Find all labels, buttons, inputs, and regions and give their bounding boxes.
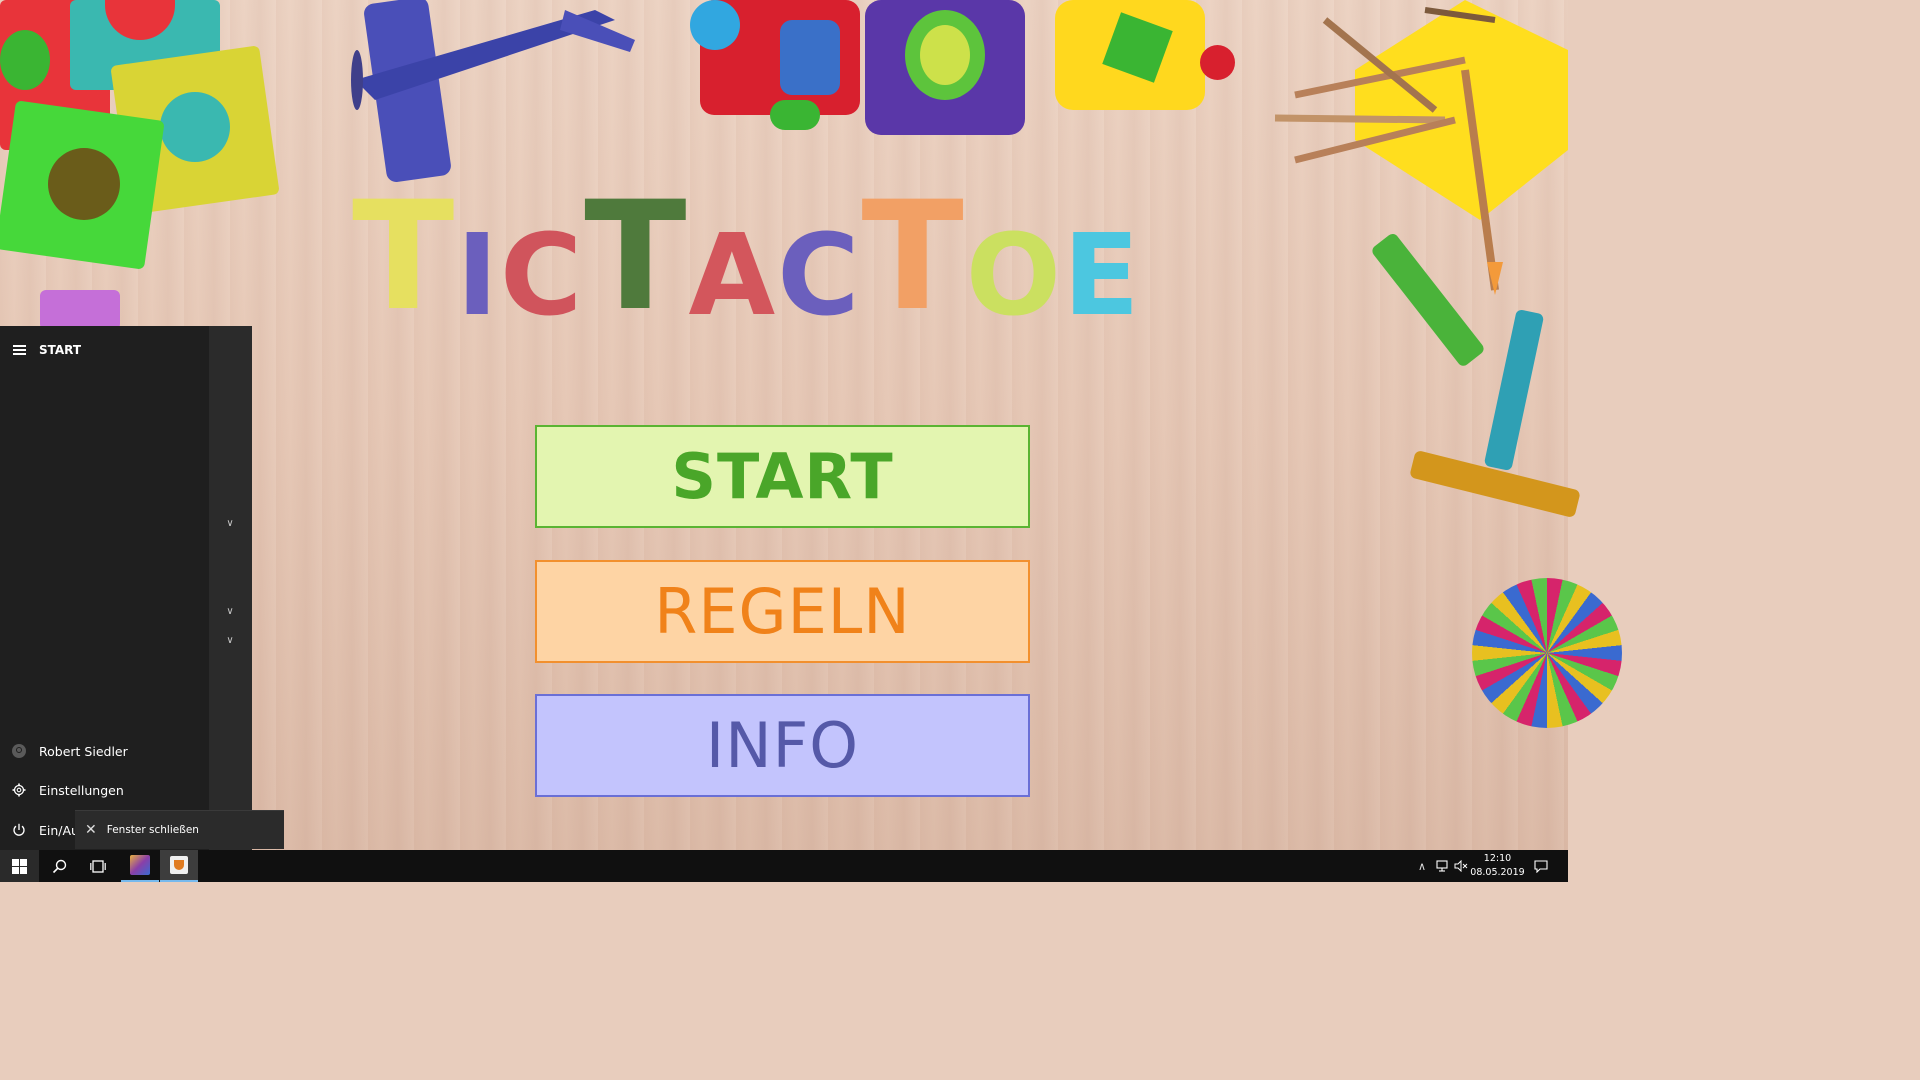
title-letter-t1: T xyxy=(352,170,457,344)
show-hidden-icons-chevron-icon[interactable]: ∧ xyxy=(1412,850,1432,882)
title-letters-ac: AC xyxy=(688,211,862,341)
title-letter-t2: T xyxy=(584,170,689,344)
power-label: Ein/Au xyxy=(39,822,79,838)
volume-muted-icon[interactable] xyxy=(1451,850,1471,882)
start-menu-header[interactable]: START xyxy=(0,338,209,362)
chevron-down-icon[interactable]: ∨ xyxy=(224,635,236,647)
chevron-down-icon[interactable]: ∨ xyxy=(224,518,236,530)
task-view-icon xyxy=(90,859,106,873)
yarn-ball-decoration xyxy=(1472,578,1622,728)
toy-airplane-decoration xyxy=(351,0,635,183)
action-center-icon[interactable] xyxy=(1530,850,1552,882)
task-view-button[interactable] xyxy=(79,850,117,882)
search-button[interactable] xyxy=(40,850,78,882)
start-menu-user[interactable]: Robert Siedler xyxy=(0,736,209,766)
java-app-icon xyxy=(170,856,188,874)
start-menu-settings[interactable]: Einstellungen xyxy=(0,775,209,805)
hamburger-icon[interactable] xyxy=(13,343,26,358)
taskbar-app-game[interactable] xyxy=(121,850,159,882)
start-menu-title: START xyxy=(39,343,82,357)
search-icon xyxy=(52,859,66,873)
title-letters-ic: IC xyxy=(456,211,585,341)
tooltip-label: Fenster schließen xyxy=(106,824,199,836)
close-icon: ✕ xyxy=(85,822,97,838)
game-app-icon xyxy=(130,855,150,875)
windows-logo-icon xyxy=(12,858,27,874)
network-icon[interactable] xyxy=(1432,850,1452,882)
windows-start-menu: START ∨ ∨ ∨ Robert Siedler Einstellungen… xyxy=(0,326,252,850)
gear-icon xyxy=(11,782,27,798)
windows-start-button[interactable] xyxy=(0,850,39,882)
title-letters-oe: OE xyxy=(965,211,1142,341)
regeln-button[interactable]: REGELN xyxy=(535,560,1030,663)
toy-train-decoration xyxy=(690,0,1240,150)
taskbar-clock[interactable]: 12:10 08.05.2019 xyxy=(1470,852,1525,880)
user-avatar-icon xyxy=(12,744,26,758)
power-icon xyxy=(11,822,27,838)
foam-puzzle-decoration xyxy=(0,0,280,330)
title-letter-t3: T xyxy=(861,170,966,344)
clock-date: 08.05.2019 xyxy=(1470,867,1525,878)
settings-label: Einstellungen xyxy=(39,782,124,798)
user-name: Robert Siedler xyxy=(39,743,128,759)
close-window-tooltip[interactable]: ✕ Fenster schließen xyxy=(75,810,284,849)
taskbar: ∧ 12:10 08.05.2019 xyxy=(0,850,1568,882)
start-menu-rail xyxy=(209,326,252,850)
clock-time: 12:10 xyxy=(1483,853,1512,864)
chevron-down-icon[interactable]: ∨ xyxy=(224,606,236,618)
info-button[interactable]: INFO xyxy=(535,694,1030,797)
pencil-cup-decoration xyxy=(1274,0,1568,295)
start-button[interactable]: START xyxy=(535,425,1030,528)
taskbar-app-java[interactable] xyxy=(160,850,198,882)
game-title: T IC T AC T OE xyxy=(352,182,1222,332)
